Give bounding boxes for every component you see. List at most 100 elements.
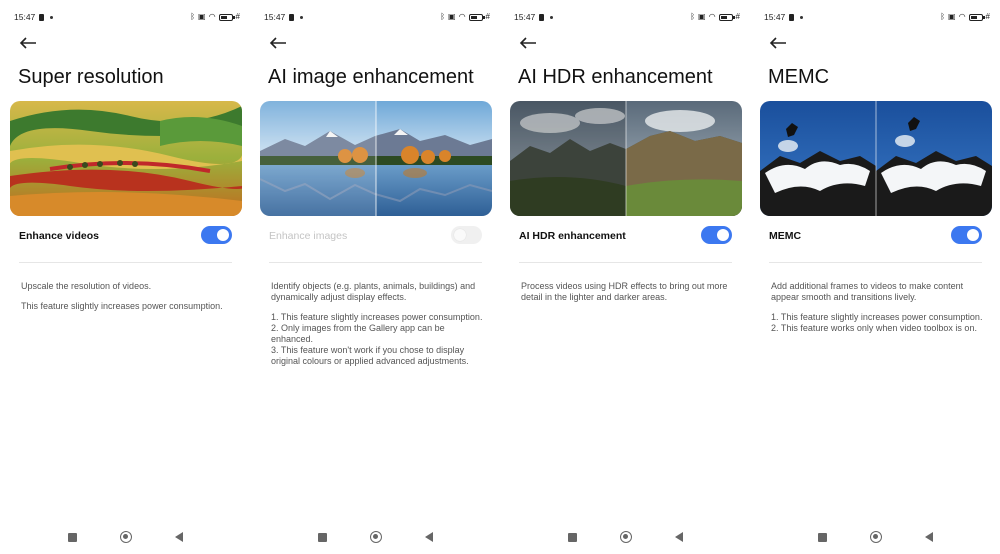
screen-memc: 15:47 ᛒ ▣ ◠ # MEMC MEMC Add additional f… <box>750 0 1000 554</box>
screen-ai-hdr-enhancement: 15:47 ᛒ ▣ ◠ # AI HDR enhancement AI HDR … <box>500 0 750 554</box>
divider <box>19 262 232 263</box>
vibrate-icon: ▣ <box>448 12 456 21</box>
sim-icon <box>789 13 794 21</box>
setting-row-ai-hdr: AI HDR enhancement <box>519 224 732 246</box>
vibrate-icon: ▣ <box>698 12 706 21</box>
notification-dot-icon <box>550 15 553 19</box>
settings-screens: 15:47 ᛒ ▣ ◠ # Super resolution Enhance v… <box>0 0 1000 554</box>
ai-hdr-toggle[interactable] <box>701 226 732 244</box>
description-paragraph: 1. This feature slightly increases power… <box>771 312 983 333</box>
battery-icon <box>718 13 735 21</box>
setting-row-memc: MEMC <box>769 224 982 246</box>
preview-image-snowboarder <box>760 101 992 216</box>
status-left-icons <box>289 11 303 23</box>
home-button[interactable] <box>870 531 882 543</box>
setting-row-enhance-videos: Enhance videos <box>19 224 232 246</box>
battery-icon <box>218 13 235 21</box>
status-left-icons <box>539 11 553 23</box>
back-arrow-icon[interactable] <box>518 35 538 51</box>
home-button[interactable] <box>620 531 632 543</box>
preview-image-lake <box>260 101 492 216</box>
back-arrow-icon[interactable] <box>768 35 788 51</box>
description: Identify objects (e.g. plants, animals, … <box>271 281 486 376</box>
bluetooth-icon: ᛒ <box>690 12 695 21</box>
back-button[interactable] <box>925 532 933 542</box>
status-time: 15:47 <box>14 12 36 22</box>
status-bar: 15:47 ᛒ ▣ ◠ # <box>264 11 490 23</box>
recent-apps-button[interactable] <box>68 533 77 542</box>
charging-icon: # <box>735 12 740 21</box>
setting-row-enhance-images: Enhance images <box>269 224 482 246</box>
status-time: 15:47 <box>264 12 286 22</box>
status-time: 15:47 <box>514 12 536 22</box>
back-button[interactable] <box>175 532 183 542</box>
status-bar: 15:47 ᛒ ▣ ◠ # <box>514 11 740 23</box>
setting-label: Enhance videos <box>19 230 99 242</box>
enhance-images-toggle[interactable] <box>451 226 482 244</box>
status-right-icons: ᛒ ▣ ◠ # <box>440 11 490 23</box>
description-paragraph: 1. This feature slightly increases power… <box>271 312 483 366</box>
status-left-icons <box>789 11 803 23</box>
page-title: AI HDR enhancement <box>518 66 713 88</box>
divider <box>269 262 482 263</box>
navigation-bar <box>750 529 1000 545</box>
navigation-bar <box>0 529 250 545</box>
charging-icon: # <box>235 12 240 21</box>
notification-dot-icon <box>800 15 803 19</box>
wifi-icon: ◠ <box>208 12 216 21</box>
sim-icon <box>289 13 294 21</box>
screen-super-resolution: 15:47 ᛒ ▣ ◠ # Super resolution Enhance v… <box>0 0 250 554</box>
recent-apps-button[interactable] <box>568 533 577 542</box>
enhance-videos-toggle[interactable] <box>201 226 232 244</box>
description-paragraph: This feature slightly increases power co… <box>21 301 223 311</box>
status-right-icons: ᛒ ▣ ◠ # <box>940 11 990 23</box>
divider <box>519 262 732 263</box>
recent-apps-button[interactable] <box>318 533 327 542</box>
sim-icon <box>539 13 544 21</box>
description-paragraph: Process videos using HDR effects to brin… <box>521 281 728 302</box>
bluetooth-icon: ᛒ <box>940 12 945 21</box>
description-paragraph: Upscale the resolution of videos. <box>21 281 152 291</box>
home-button[interactable] <box>120 531 132 543</box>
back-arrow-icon[interactable] <box>268 35 288 51</box>
wifi-icon: ◠ <box>958 12 966 21</box>
vibrate-icon: ▣ <box>948 12 956 21</box>
navigation-bar <box>250 529 500 545</box>
recent-apps-button[interactable] <box>818 533 827 542</box>
sim-icon <box>39 13 44 21</box>
status-bar: 15:47 ᛒ ▣ ◠ # <box>764 11 990 23</box>
back-button[interactable] <box>425 532 433 542</box>
screen-ai-image-enhancement: 15:47 ᛒ ▣ ◠ # AI image enhancement Enhan… <box>250 0 500 554</box>
description: Add additional frames to videos to make … <box>771 281 986 343</box>
page-title: Super resolution <box>18 66 164 88</box>
battery-icon <box>968 13 985 21</box>
status-bar: 15:47 ᛒ ▣ ◠ # <box>14 11 240 23</box>
setting-label: MEMC <box>769 230 802 242</box>
divider <box>769 262 982 263</box>
page-title: AI image enhancement <box>268 66 474 88</box>
status-right-icons: ᛒ ▣ ◠ # <box>190 11 240 23</box>
setting-label: Enhance images <box>269 230 348 242</box>
back-button[interactable] <box>675 532 683 542</box>
status-left-icons <box>39 11 53 23</box>
preview-image-fields <box>10 101 242 216</box>
battery-icon <box>468 13 485 21</box>
back-arrow-icon[interactable] <box>18 35 38 51</box>
description: Process videos using HDR effects to brin… <box>521 281 736 312</box>
description: Upscale the resolution of videos. This f… <box>21 281 236 321</box>
setting-label: AI HDR enhancement <box>519 230 626 242</box>
notification-dot-icon <box>300 15 303 19</box>
bluetooth-icon: ᛒ <box>440 12 445 21</box>
status-time: 15:47 <box>764 12 786 22</box>
vibrate-icon: ▣ <box>198 12 206 21</box>
memc-toggle[interactable] <box>951 226 982 244</box>
description-paragraph: Add additional frames to videos to make … <box>771 281 964 302</box>
page-title: MEMC <box>768 66 830 88</box>
description-paragraph: Identify objects (e.g. plants, animals, … <box>271 281 476 302</box>
bluetooth-icon: ᛒ <box>190 12 195 21</box>
charging-icon: # <box>985 12 990 21</box>
wifi-icon: ◠ <box>708 12 716 21</box>
home-button[interactable] <box>370 531 382 543</box>
preview-image-mountains <box>510 101 742 216</box>
navigation-bar <box>500 529 750 545</box>
